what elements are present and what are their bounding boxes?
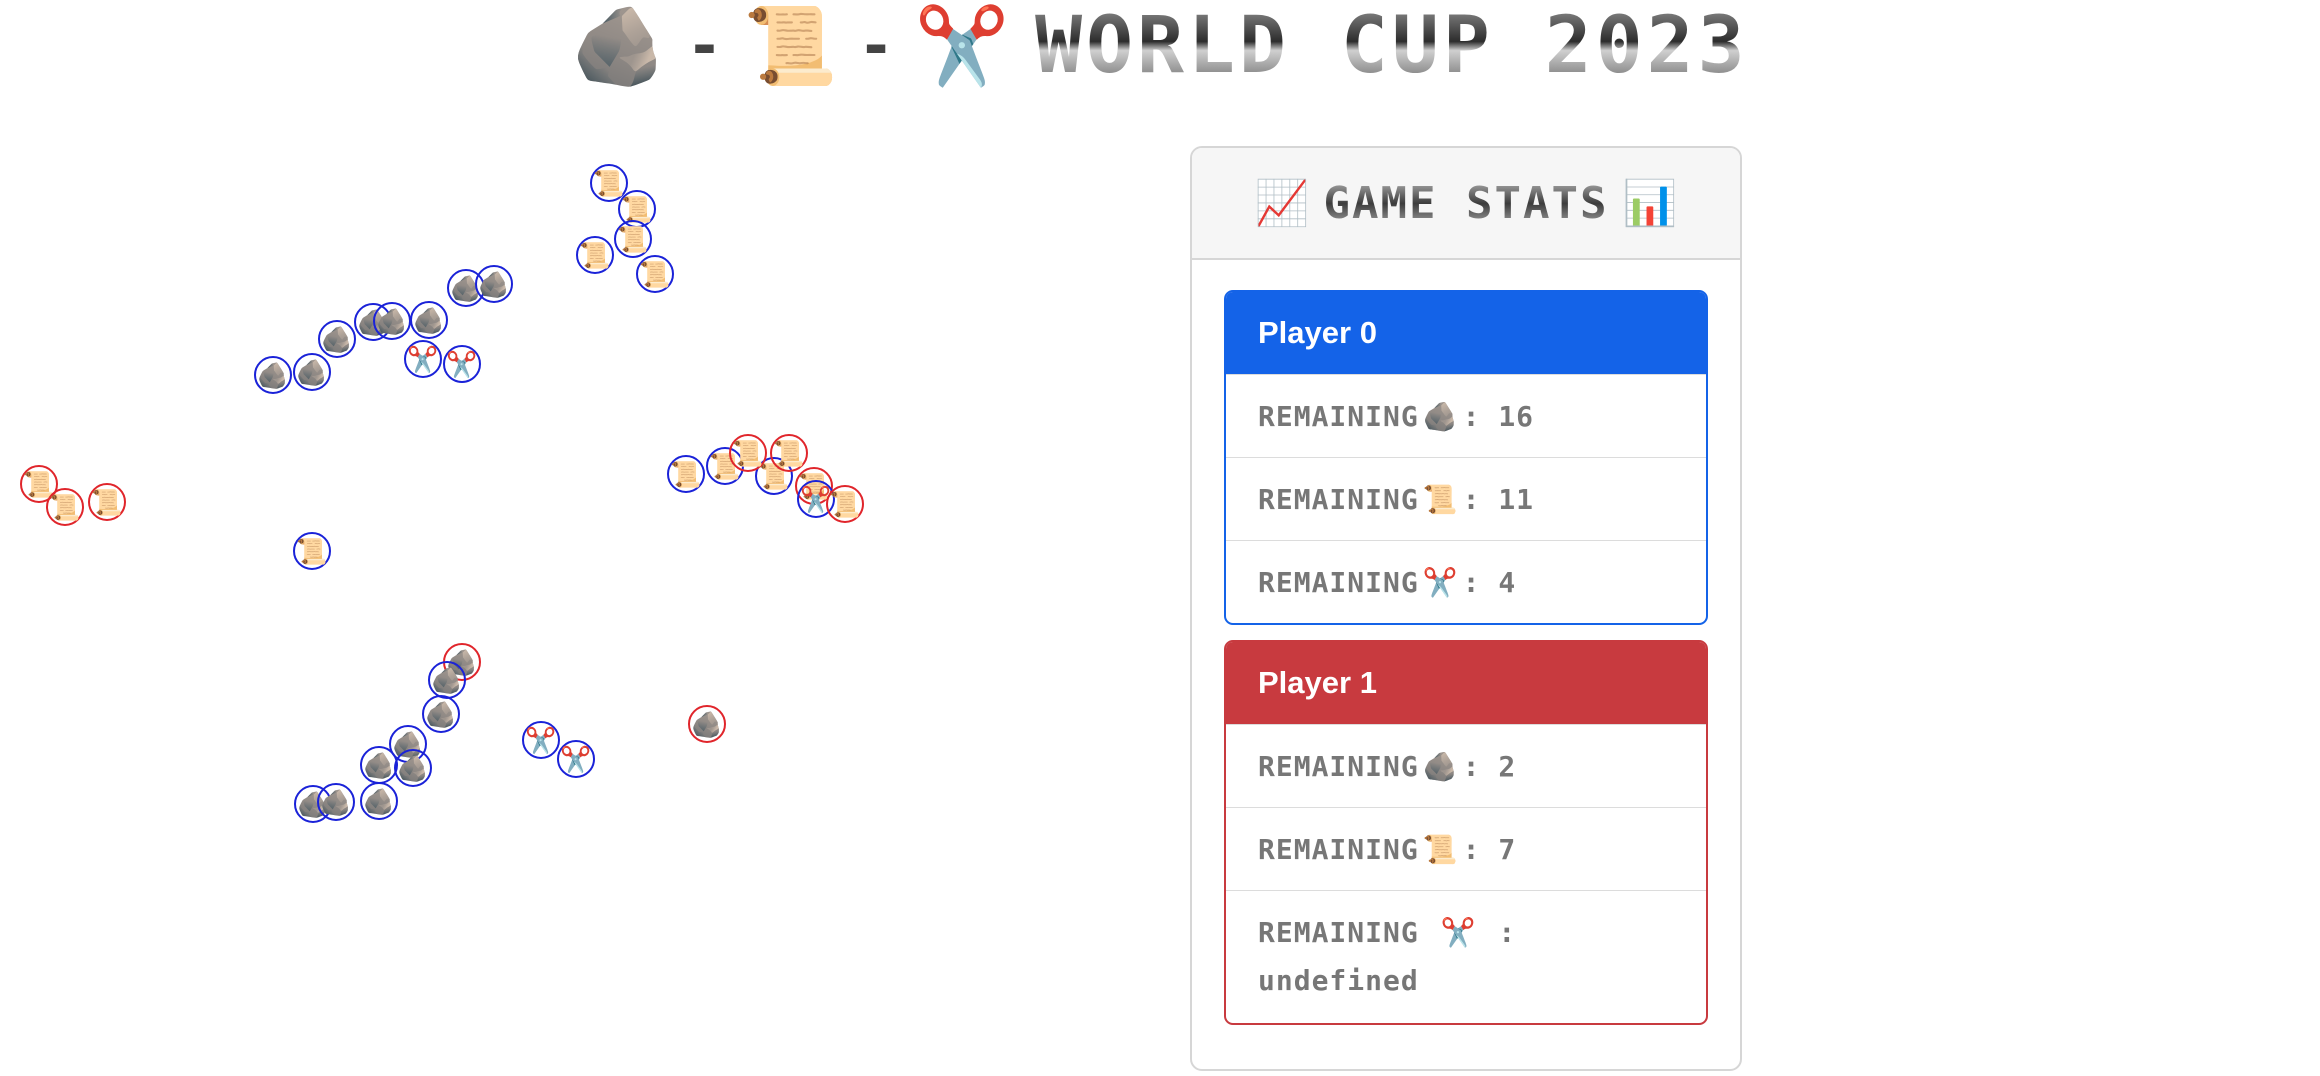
paper-piece-p1: 📜 <box>826 485 864 523</box>
row-label: REMAINING <box>1258 749 1419 783</box>
row-separator: : <box>1462 832 1481 866</box>
chart-increasing-icon: 📈 <box>1254 178 1310 229</box>
remaining-paper-row: REMAINING 📜 : 11 <box>1226 457 1706 540</box>
row-separator: : <box>1462 399 1481 433</box>
title-text: WORLD CUP 2023 <box>1035 1 1749 91</box>
stats-title: GAME STATS <box>1323 177 1609 229</box>
rock-piece-p0: 🪨 <box>318 320 356 358</box>
game-arena[interactable]: 🪨 🪨 🪨 🪨 🪨 🪨 🪨 🪨 ✂️ ✂️ 📜 📜 📜 📜 📜 📜 📜 📜 📜 📜 📜 📜 📜 📜 ✂️ 📜 📜 🪨 🪨 🪨 🪨 🪨 🪨 🪨 🪨 🪨 ✂… <box>0 120 1120 1076</box>
row-value: 7 <box>1498 832 1517 866</box>
paper-icon: 📜 <box>742 1 838 90</box>
rock-piece-p0: 🪨 <box>293 353 331 391</box>
rock-piece-p0: 🪨 <box>422 695 460 733</box>
remaining-rock-row: REMAINING 🪨 : 2 <box>1226 724 1706 807</box>
rock-piece-p1: 🪨 <box>688 705 726 743</box>
scissors-icon: ✂️ <box>1422 565 1459 599</box>
title-separator: - <box>863 11 889 81</box>
rock-piece-p0: 🪨 <box>317 783 355 821</box>
row-value: 2 <box>1498 749 1517 783</box>
scissors-icon: ✂️ <box>1440 916 1477 949</box>
paper-piece-p1: 📜 <box>729 434 767 472</box>
scissors-icon: ✂️ <box>914 1 1010 90</box>
rock-icon: 🪨 <box>1422 749 1459 783</box>
rock-piece-p0: 🪨 <box>254 356 292 394</box>
remaining-paper-row: REMAINING 📜 : 7 <box>1226 807 1706 890</box>
row-label: REMAINING <box>1258 916 1419 949</box>
rock-icon: 🪨 <box>571 1 667 90</box>
rock-piece-p0: 🪨 <box>410 301 448 339</box>
scissors-piece-p0: ✂️ <box>443 345 481 383</box>
rock-piece-p0: 🪨 <box>428 661 466 699</box>
paper-piece-p1: 📜 <box>46 488 84 526</box>
row-label: REMAINING <box>1258 399 1419 433</box>
paper-piece-p0: 📜 <box>614 220 652 258</box>
row-value: 16 <box>1498 399 1535 433</box>
title-separator: - <box>692 11 717 81</box>
row-value: 11 <box>1498 482 1535 516</box>
scissors-piece-p0: ✂️ <box>557 740 595 778</box>
row-label: REMAINING <box>1258 482 1419 516</box>
stats-header: 📈 GAME STATS 📊 <box>1192 148 1740 260</box>
row-value: undefined <box>1258 964 1419 997</box>
rock-icon: 🪨 <box>1422 399 1459 433</box>
row-separator: : <box>1462 482 1481 516</box>
paper-piece-p0: 📜 <box>576 236 614 274</box>
paper-piece-p0: 📜 <box>667 455 705 493</box>
scissors-piece-p0: ✂️ <box>404 340 442 378</box>
row-separator: : <box>1462 565 1481 599</box>
row-value: 4 <box>1498 565 1517 599</box>
rock-piece-p0: 🪨 <box>373 302 411 340</box>
paper-icon: 📜 <box>1422 482 1459 516</box>
row-separator: : <box>1498 916 1517 949</box>
rock-piece-p0: 🪨 <box>475 265 513 303</box>
rock-piece-p0: 🪨 <box>360 746 398 784</box>
page-title: 🪨 - 📜 - ✂️ WORLD CUP 2023 <box>0 0 2320 92</box>
player-1-card: Player 1 REMAINING 🪨 : 2 REMAINING 📜 : 7… <box>1224 640 1708 1025</box>
game-stats-panel: 📈 GAME STATS 📊 Player 0 REMAINING 🪨 : 16… <box>1190 146 1742 1071</box>
rock-piece-p0: 🪨 <box>394 749 432 787</box>
player-0-card: Player 0 REMAINING 🪨 : 16 REMAINING 📜 : … <box>1224 290 1708 625</box>
paper-piece-p0: 📜 <box>636 255 674 293</box>
row-label: REMAINING <box>1258 565 1419 599</box>
remaining-scissors-row: REMAINING ✂️ : undefined <box>1226 890 1706 1023</box>
row-label: REMAINING <box>1258 832 1419 866</box>
bar-chart-icon: 📊 <box>1622 178 1678 229</box>
rock-piece-p0: 🪨 <box>360 782 398 820</box>
paper-piece-p0: 📜 <box>293 532 331 570</box>
paper-icon: 📜 <box>1422 832 1459 866</box>
player-name: Player 0 <box>1226 292 1706 374</box>
remaining-scissors-row: REMAINING ✂️ : 4 <box>1226 540 1706 623</box>
row-separator: : <box>1462 749 1481 783</box>
scissors-piece-p0: ✂️ <box>522 721 560 759</box>
remaining-rock-row: REMAINING 🪨 : 16 <box>1226 374 1706 457</box>
paper-piece-p1: 📜 <box>88 483 126 521</box>
paper-piece-p1: 📜 <box>770 434 808 472</box>
player-name: Player 1 <box>1226 642 1706 724</box>
